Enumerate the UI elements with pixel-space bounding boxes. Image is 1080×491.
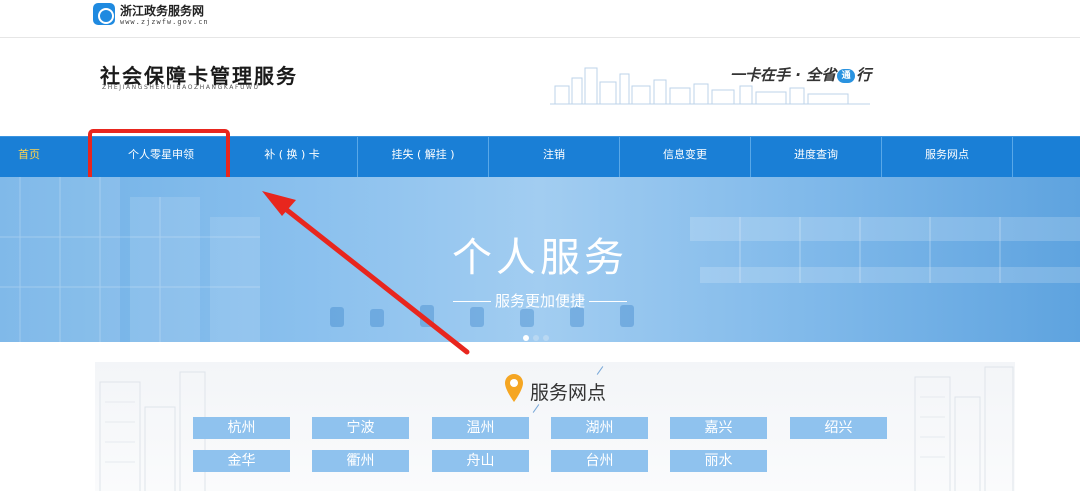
service-points-section: 服务网点 杭州 宁波 温州 湖州 嘉兴 绍兴 金华 衢州 舟山 台州 丽水 bbox=[95, 362, 1015, 491]
nav-home[interactable]: 首页 bbox=[0, 137, 96, 177]
hero-banner: 个人服务 服务更加便捷 bbox=[0, 177, 1080, 342]
site-title-pinyin: ZHEJIANGSHEHUIBAOZHANGKAFUWU bbox=[102, 84, 260, 91]
city-button-shaoxing[interactable]: 绍兴 bbox=[790, 417, 887, 439]
slogan: 一卡在手 · 全省通行 bbox=[730, 64, 871, 85]
nav-individual-apply[interactable]: 个人零星申领 bbox=[96, 137, 227, 177]
city-button-quzhou[interactable]: 衢州 bbox=[312, 450, 409, 472]
top-bar: 浙江政务服务网 www.zjzwfw.gov.cn bbox=[0, 0, 1080, 38]
nav-progress-query[interactable]: 进度查询 bbox=[751, 137, 882, 177]
nav-cancel-card[interactable]: 注销 bbox=[489, 137, 620, 177]
slogan-badge: 通 bbox=[837, 68, 856, 83]
nav-replace-card[interactable]: 补 ( 换 ) 卡 bbox=[227, 137, 358, 177]
nav-service-points[interactable]: 服务网点 bbox=[882, 137, 1013, 177]
carousel-dot[interactable] bbox=[523, 335, 529, 341]
slogan-left: 一卡在手 · 全省 bbox=[730, 66, 837, 84]
nav-report-loss[interactable]: 挂失 ( 解挂 ) bbox=[358, 137, 489, 177]
banner-title: 个人服务 bbox=[452, 235, 628, 281]
nav-info-change[interactable]: 信息变更 bbox=[620, 137, 751, 177]
city-button-jiaxing[interactable]: 嘉兴 bbox=[670, 417, 767, 439]
main-nav: 首页 个人零星申领 补 ( 换 ) 卡 挂失 ( 解挂 ) 注销 信息变更 进度… bbox=[0, 136, 1080, 177]
location-pin-icon bbox=[505, 374, 523, 402]
city-button-jinhua[interactable]: 金华 bbox=[193, 450, 290, 472]
city-button-hangzhou[interactable]: 杭州 bbox=[193, 417, 290, 439]
banner-subtitle: 服务更加便捷 bbox=[0, 290, 1080, 311]
city-button-lishui[interactable]: 丽水 bbox=[670, 450, 767, 472]
services-title: 服务网点 bbox=[530, 382, 607, 404]
slogan-badge-text: 通 bbox=[841, 70, 851, 81]
carousel-dot[interactable] bbox=[543, 335, 549, 341]
gov-site-name[interactable]: 浙江政务服务网 bbox=[120, 2, 204, 19]
carousel-dot[interactable] bbox=[533, 335, 539, 341]
city-button-zhoushan[interactable]: 舟山 bbox=[432, 450, 529, 472]
site-header: 社会保障卡管理服务 ZHEJIANGSHEHUIBAOZHANGKAFUWU 一… bbox=[0, 38, 1080, 136]
gov-logo-icon[interactable] bbox=[93, 3, 115, 25]
carousel-dots bbox=[523, 335, 549, 341]
slogan-right: 行 bbox=[856, 66, 872, 84]
city-button-wenzhou[interactable]: 温州 bbox=[432, 417, 529, 439]
city-button-ningbo[interactable]: 宁波 bbox=[312, 417, 409, 439]
city-button-huzhou[interactable]: 湖州 bbox=[551, 417, 648, 439]
gov-site-domain: www.zjzwfw.gov.cn bbox=[120, 18, 209, 26]
city-button-taizhou[interactable]: 台州 bbox=[551, 450, 648, 472]
